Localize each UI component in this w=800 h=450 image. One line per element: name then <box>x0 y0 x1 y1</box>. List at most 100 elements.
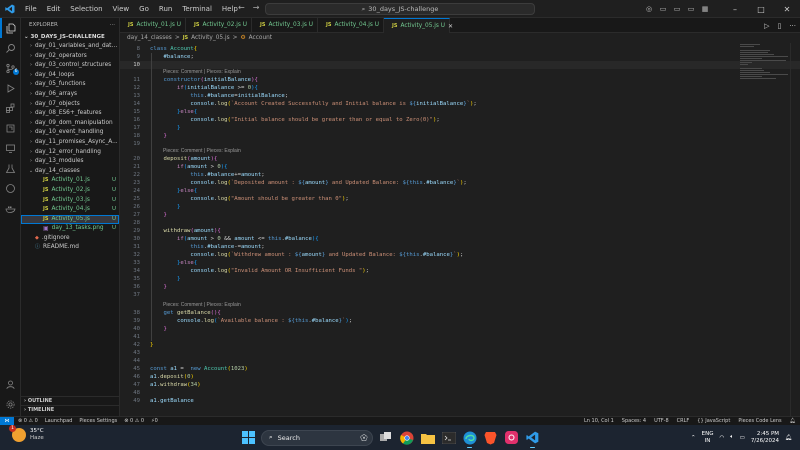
terminal-icon[interactable] <box>440 429 457 446</box>
chevron-up-icon[interactable]: ⌃ <box>691 435 696 441</box>
ports-item[interactable]: ⚡0 <box>151 418 158 424</box>
tree-item[interactable]: › day_02_operators <box>21 52 119 62</box>
tree-item[interactable]: › day_05_functions <box>21 80 119 90</box>
language-indicator[interactable]: ENG IN <box>702 431 714 445</box>
tree-item[interactable]: › day_10_event_handling <box>21 128 119 138</box>
taskbar-search[interactable]: ⌕ Search 🌸︎ <box>261 429 373 446</box>
tree-item[interactable]: ⓘ README.md <box>21 243 119 253</box>
more-actions-icon[interactable]: ··· <box>789 22 796 30</box>
tree-item[interactable]: ◆ .gitignore <box>21 234 119 244</box>
tree-item[interactable]: ▣ day_13_tasks.png U <box>21 224 119 234</box>
tree-item[interactable]: JS Activity_01.js U <box>21 176 119 186</box>
chrome-icon[interactable] <box>398 429 415 446</box>
menu-file[interactable]: File <box>20 0 42 18</box>
outline-section[interactable]: › OUTLINE <box>21 396 120 405</box>
account-icon[interactable] <box>0 374 21 394</box>
run-file-icon[interactable]: ▷ <box>764 22 769 30</box>
toggle-panel-icon[interactable]: ▭ <box>670 5 684 13</box>
battery-icon[interactable]: ▭ <box>740 435 745 441</box>
breadcrumb-folder[interactable]: day_14_classes <box>127 33 172 43</box>
pieces-code-lens[interactable]: Pieces Code Lens <box>738 418 781 424</box>
breadcrumb-symbol[interactable]: Account <box>249 33 272 43</box>
tab-activity-05[interactable]: JS Activity_05.js U ✕ <box>384 18 453 34</box>
tab-activity-04[interactable]: JS Activity_04.js U <box>318 18 384 33</box>
tree-item[interactable]: › day_12_error_handling <box>21 148 119 158</box>
copilot-icon[interactable]: ◎ <box>642 5 656 13</box>
menu-go[interactable]: Go <box>134 0 154 18</box>
notification-center-icon[interactable]: 🔔︎ <box>785 435 792 441</box>
source-control-icon[interactable]: 6 <box>0 58 21 78</box>
docker-icon[interactable] <box>0 198 21 218</box>
toggle-sidebar-icon[interactable]: ▭ <box>656 5 670 13</box>
menu-edit[interactable]: Edit <box>42 0 66 18</box>
edge-icon[interactable] <box>461 429 478 448</box>
tree-item[interactable]: › day_09_dom_manipulation <box>21 119 119 129</box>
timeline-section[interactable]: › TIMELINE <box>21 405 120 414</box>
customize-layout-icon[interactable]: ▦ <box>698 5 712 13</box>
tree-item[interactable]: › day_01_variables_and_data... <box>21 42 119 52</box>
github-icon[interactable] <box>0 178 21 198</box>
close-icon[interactable]: ✕ <box>774 5 800 14</box>
vscode-taskbar-icon[interactable] <box>524 429 541 448</box>
minimap[interactable] <box>740 43 790 103</box>
tree-item[interactable]: › day_06_arrays <box>21 90 119 100</box>
breadcrumb-file[interactable]: Activity_05.js <box>191 33 229 43</box>
problems-indicator[interactable]: ⊗ 0 ⚠ 0 <box>18 418 38 424</box>
errors-warnings-item[interactable]: ⊗ 0 ⚠ 0 <box>124 418 144 424</box>
cursor-position[interactable]: Ln 10, Col 1 <box>584 418 614 424</box>
workspace-root[interactable]: ⌄ 30_DAYS_JS-CHALLENGE <box>21 32 119 42</box>
settings-gear-icon[interactable] <box>0 394 21 414</box>
tab-activity-01[interactable]: JS Activity_01.js U <box>120 18 186 33</box>
maximize-icon[interactable]: □ <box>748 5 774 14</box>
testing-icon[interactable] <box>0 158 21 178</box>
back-arrow-icon[interactable]: ← <box>238 3 245 12</box>
toggle-secondary-sidebar-icon[interactable]: ▭ <box>684 5 698 13</box>
indentation[interactable]: Spaces: 4 <box>622 418 646 424</box>
tree-item[interactable]: JS Activity_05.js U <box>21 214 119 225</box>
split-editor-icon[interactable]: ▯ <box>777 22 781 30</box>
clock[interactable]: 2:45 PM 7/26/2024 <box>751 431 779 445</box>
remote-explorer-icon[interactable] <box>0 138 21 158</box>
menu-terminal[interactable]: Terminal <box>177 0 217 18</box>
encoding[interactable]: UTF-8 <box>654 418 669 424</box>
weather-widget[interactable]: 1 35°C Haze <box>9 425 44 442</box>
minimize-icon[interactable]: – <box>722 5 748 14</box>
explorer-icon[interactable] <box>0 18 21 38</box>
line-ending[interactable]: CRLF <box>677 418 690 424</box>
more-actions-icon[interactable]: ··· <box>110 18 115 32</box>
volume-icon[interactable]: 🔈︎ <box>730 434 733 441</box>
launchpad-item[interactable]: Launchpad <box>45 418 73 424</box>
tree-item[interactable]: JS Activity_03.js U <box>21 196 119 206</box>
menu-selection[interactable]: Selection <box>65 0 107 18</box>
code-lens[interactable]: Pieces: Comment | Pieces: Explain <box>163 302 241 309</box>
wifi-icon[interactable]: ◠ <box>719 435 724 441</box>
tab-activity-02[interactable]: JS Activity_02.js U <box>186 18 252 33</box>
tree-item[interactable]: › day_11_promises_Async_A... <box>21 138 119 148</box>
search-icon[interactable] <box>0 38 21 58</box>
extensions-icon[interactable] <box>0 98 21 118</box>
command-center-search[interactable]: ⌕ 30_days_JS-challenge <box>265 3 535 15</box>
menu-run[interactable]: Run <box>154 0 177 18</box>
tree-item[interactable]: › day_13_modules <box>21 157 119 167</box>
tree-item[interactable]: JS Activity_04.js U <box>21 205 119 215</box>
tab-activity-03[interactable]: JS Activity_03.js U <box>252 18 318 33</box>
tree-item[interactable]: › day_03_control_structures <box>21 61 119 71</box>
forward-arrow-icon[interactable]: → <box>253 3 260 12</box>
file-explorer-icon[interactable] <box>419 429 436 446</box>
notifications-bell-icon[interactable]: 🔔︎ <box>790 418 796 424</box>
tree-item[interactable]: › day_08_ES6+_features <box>21 109 119 119</box>
language-mode[interactable]: {} JavaScript <box>697 418 730 424</box>
pieces-settings-item[interactable]: Pieces Settings <box>79 418 117 424</box>
run-debug-icon[interactable] <box>0 78 21 98</box>
brave-icon[interactable] <box>482 429 499 446</box>
menu-view[interactable]: View <box>108 0 135 18</box>
instagram-icon[interactable] <box>503 429 520 446</box>
pieces-icon[interactable] <box>0 118 21 138</box>
tree-item[interactable]: ⌄ day_14_classes <box>21 167 119 177</box>
close-tab-icon[interactable]: ✕ <box>448 19 453 34</box>
code-lens[interactable]: Pieces: Comment | Pieces: Explain <box>163 69 241 76</box>
task-view-icon[interactable] <box>377 429 394 446</box>
tree-item[interactable]: › day_07_objects <box>21 100 119 110</box>
tree-item[interactable]: › day_04_loops <box>21 71 119 81</box>
overview-ruler[interactable] <box>790 43 800 416</box>
